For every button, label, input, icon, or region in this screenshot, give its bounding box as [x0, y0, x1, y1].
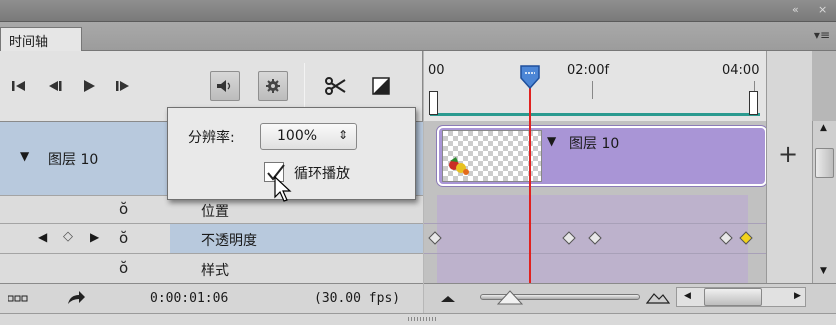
collapse-panel-button[interactable]: « [792, 3, 799, 16]
track-divider [424, 253, 766, 254]
next-frame-icon[interactable] [108, 71, 138, 101]
close-panel-button[interactable]: × [818, 3, 827, 16]
previous-keyframe-icon[interactable]: ◀ [38, 230, 47, 244]
render-video-icon[interactable] [66, 290, 86, 310]
zoom-out-icon[interactable] [440, 295, 456, 303]
panel-resize-strip[interactable] [0, 313, 836, 325]
tab-timeline[interactable]: 时间轴 [0, 27, 82, 52]
frame-rate: (30.00 fps) [314, 291, 401, 306]
current-timecode: 0:00:01:06 [150, 291, 229, 306]
scroll-left-icon[interactable]: ◀ [684, 291, 691, 301]
stopwatch-icon[interactable]: ŏ [119, 200, 128, 218]
panel-title-bar: « × [0, 0, 836, 22]
first-frame-icon[interactable] [4, 71, 34, 101]
track-divider [424, 223, 766, 224]
property-label: 不透明度 [201, 233, 257, 249]
stopwatch-icon[interactable]: ŏ [119, 229, 128, 247]
previous-frame-icon[interactable] [40, 71, 70, 101]
panel-menu-icon[interactable]: ▾≡ [814, 28, 830, 42]
layer-name: 图层 10 [48, 152, 99, 168]
add-keyframe-icon[interactable]: ◇ [63, 229, 73, 244]
horizontal-scroll-thumb[interactable] [704, 288, 762, 306]
add-media-button[interactable]: + [778, 140, 798, 168]
audio-toggle-button[interactable] [210, 71, 240, 101]
transition-icon [372, 77, 390, 95]
playhead-handle[interactable] [519, 64, 541, 90]
property-row-style[interactable]: ŏ 样式 [0, 253, 423, 283]
playhead-line [529, 88, 531, 283]
stepper-arrows-icon: ⇕ [337, 128, 348, 142]
keyframe [588, 231, 602, 245]
convert-frames-icon[interactable] [7, 293, 30, 308]
ruler-label: 04:00 [722, 63, 760, 78]
clip-expand-icon[interactable]: ▼ [547, 134, 556, 148]
keyframe [562, 231, 576, 245]
split-clip-button[interactable] [320, 71, 350, 101]
mouse-cursor-icon [274, 176, 292, 202]
scroll-down-icon[interactable]: ▼ [820, 266, 827, 276]
transition-button[interactable] [366, 71, 396, 101]
work-area-bar[interactable] [430, 90, 760, 116]
work-area-end-handle[interactable] [749, 91, 758, 115]
stopwatch-icon[interactable]: ŏ [119, 259, 128, 277]
keyframe-track [428, 231, 753, 245]
thumbnail-image [449, 157, 469, 175]
play-icon[interactable] [74, 71, 104, 101]
tab-strip: 时间轴 ▾≡ [0, 22, 836, 52]
work-area-start-handle[interactable] [429, 91, 438, 115]
expand-triangle-icon[interactable]: ▼ [20, 149, 29, 163]
gear-icon [266, 79, 280, 93]
zoom-in-icon[interactable] [646, 292, 670, 304]
resolution-label: 分辨率: [188, 130, 235, 146]
settings-button[interactable] [258, 71, 288, 101]
track-sidebar [766, 51, 812, 313]
keyframe [719, 231, 733, 245]
property-label: 位置 [201, 204, 229, 220]
status-bar: 0:00:01:06 (30.00 fps) [0, 283, 423, 313]
resize-grip[interactable] [408, 317, 436, 321]
vertical-scroll-thumb[interactable] [815, 148, 834, 178]
speaker-icon [217, 80, 231, 92]
keyframe [428, 231, 442, 245]
loop-label[interactable]: 循环播放 [294, 163, 350, 183]
resolution-select[interactable]: 100% ⇕ [260, 123, 357, 150]
property-label: 样式 [201, 263, 229, 279]
toolbar-divider [304, 63, 305, 107]
property-row-opacity[interactable]: ◀ ◇ ▶ ŏ 不透明度 [0, 223, 423, 253]
resolution-value: 100% [277, 128, 318, 144]
scissors-icon [325, 77, 346, 95]
ruler-label: 00 [428, 63, 445, 78]
clip-thumbnail [442, 130, 542, 182]
zoom-slider-thumb[interactable] [497, 290, 523, 306]
next-keyframe-icon[interactable]: ▶ [90, 230, 99, 244]
ruler-label: 02:00f [567, 63, 610, 78]
keyframe-selected [739, 231, 753, 245]
clip-label: 图层 10 [569, 136, 620, 152]
scroll-up-icon[interactable]: ▲ [820, 123, 827, 133]
vertical-scrollbar[interactable]: ▲ ▼ [812, 121, 836, 283]
scroll-right-icon[interactable]: ▶ [794, 291, 801, 301]
